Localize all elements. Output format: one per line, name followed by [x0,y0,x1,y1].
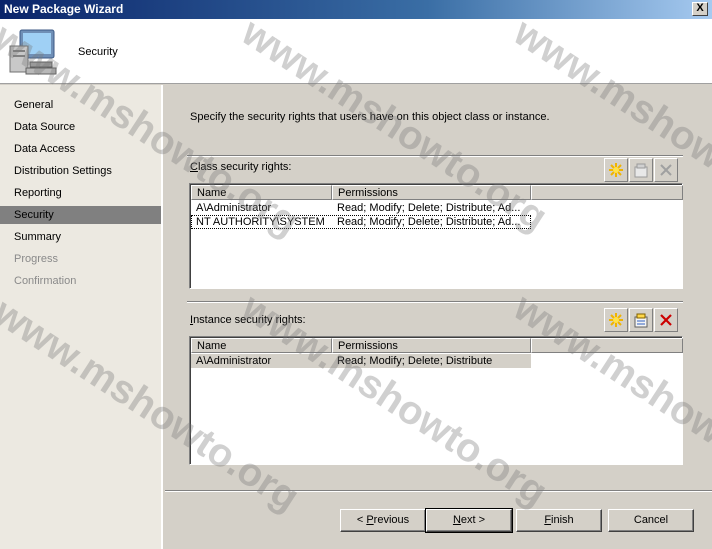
properties-icon [634,313,648,328]
delete-x-icon [660,164,672,176]
row-name: NT AUTHORITY\SYSTEM [196,216,325,228]
instance-properties-button[interactable] [629,308,653,332]
sidebar-item-general[interactable]: General [0,96,161,114]
table-row[interactable]: A\Administrator Read; Modify; Delete; Di… [191,201,531,215]
row-permissions: Read; Modify; Delete; Distribute [337,355,493,367]
column-header-empty [531,338,683,353]
sidebar-item-data-access[interactable]: Data Access [0,140,161,158]
footer-separator [165,490,712,492]
sidebar-item-security[interactable]: Security [0,206,161,224]
column-header-permissions[interactable]: Permissions [332,338,531,353]
sidebar-item-distribution-settings[interactable]: Distribution Settings [0,162,161,180]
new-star-icon [609,163,623,177]
next-button-mnemonic: N [452,514,461,526]
column-header-permissions[interactable]: Permissions [332,185,531,200]
new-star-icon [609,313,623,327]
properties-icon [634,163,648,178]
instance-rights-label-text: nstance security rights: [193,314,306,326]
class-rights-label-mnemonic: C [190,161,198,173]
previous-button[interactable]: < Previous [340,509,426,532]
sidebar-item-summary[interactable]: Summary [0,228,161,246]
finish-button[interactable]: Finish [516,509,602,532]
class-rights-separator [187,155,683,157]
finish-button-text: inish [551,514,574,526]
previous-button-text: revious [373,514,410,526]
sidebar-item-progress: Progress [14,253,59,265]
column-header-name[interactable]: Name [191,338,332,353]
instance-rights-separator [187,301,683,303]
next-button[interactable]: Next > [425,508,513,533]
close-button[interactable]: X [692,2,708,16]
previous-button-mnemonic: P [366,514,374,526]
instance-rights-label: Instance security rights: [190,314,306,326]
class-rights-label-text: lass security rights: [197,161,292,173]
row-name: A\Administrator [196,355,272,367]
class-rights-header: Name Permissions [191,185,683,200]
cancel-button[interactable]: Cancel [608,509,694,532]
class-delete-button[interactable] [654,158,678,182]
column-header-empty [531,185,683,200]
instance-rights-list[interactable]: Name Permissions A\Administrator Read; M… [189,336,683,465]
sidebar-item-data-source[interactable]: Data Source [0,118,161,136]
class-rights-list[interactable]: Name Permissions A\Administrator Read; M… [189,183,683,289]
sidebar-item-confirmation: Confirmation [14,275,77,287]
class-properties-button[interactable] [629,158,653,182]
instance-rights-header: Name Permissions [191,338,683,353]
instance-add-button[interactable] [604,308,628,332]
computer-icon [6,26,64,78]
class-rights-label: Class security rights: [190,161,291,173]
instance-delete-button[interactable] [654,308,678,332]
window-title: New Package Wizard [4,2,124,16]
table-row[interactable]: NT AUTHORITY\SYSTEM Read; Modify; Delete… [191,215,531,229]
previous-button-prefix: < [356,514,367,526]
column-header-name[interactable]: Name [191,185,332,200]
sidebar-item-reporting[interactable]: Reporting [0,184,161,202]
title-bar: New Package Wizard X [0,0,712,19]
next-button-text: ext > [460,514,486,526]
delete-x-icon [660,314,672,326]
wizard-content: Specify the security rights that users h… [165,85,712,549]
table-row[interactable]: A\Administrator Read; Modify; Delete; Di… [191,354,531,368]
wizard-header: Security [0,19,712,84]
wizard-sidebar: General Data Source Data Access Distribu… [0,85,163,549]
page-title: Security [78,46,118,58]
row-permissions: Read; Modify; Delete; Distribute; Ad... [337,202,521,214]
instructions-text: Specify the security rights that users h… [190,111,550,123]
row-permissions: Read; Modify; Delete; Distribute; Ad... [337,216,521,228]
row-name: A\Administrator [196,202,272,214]
class-add-button[interactable] [604,158,628,182]
